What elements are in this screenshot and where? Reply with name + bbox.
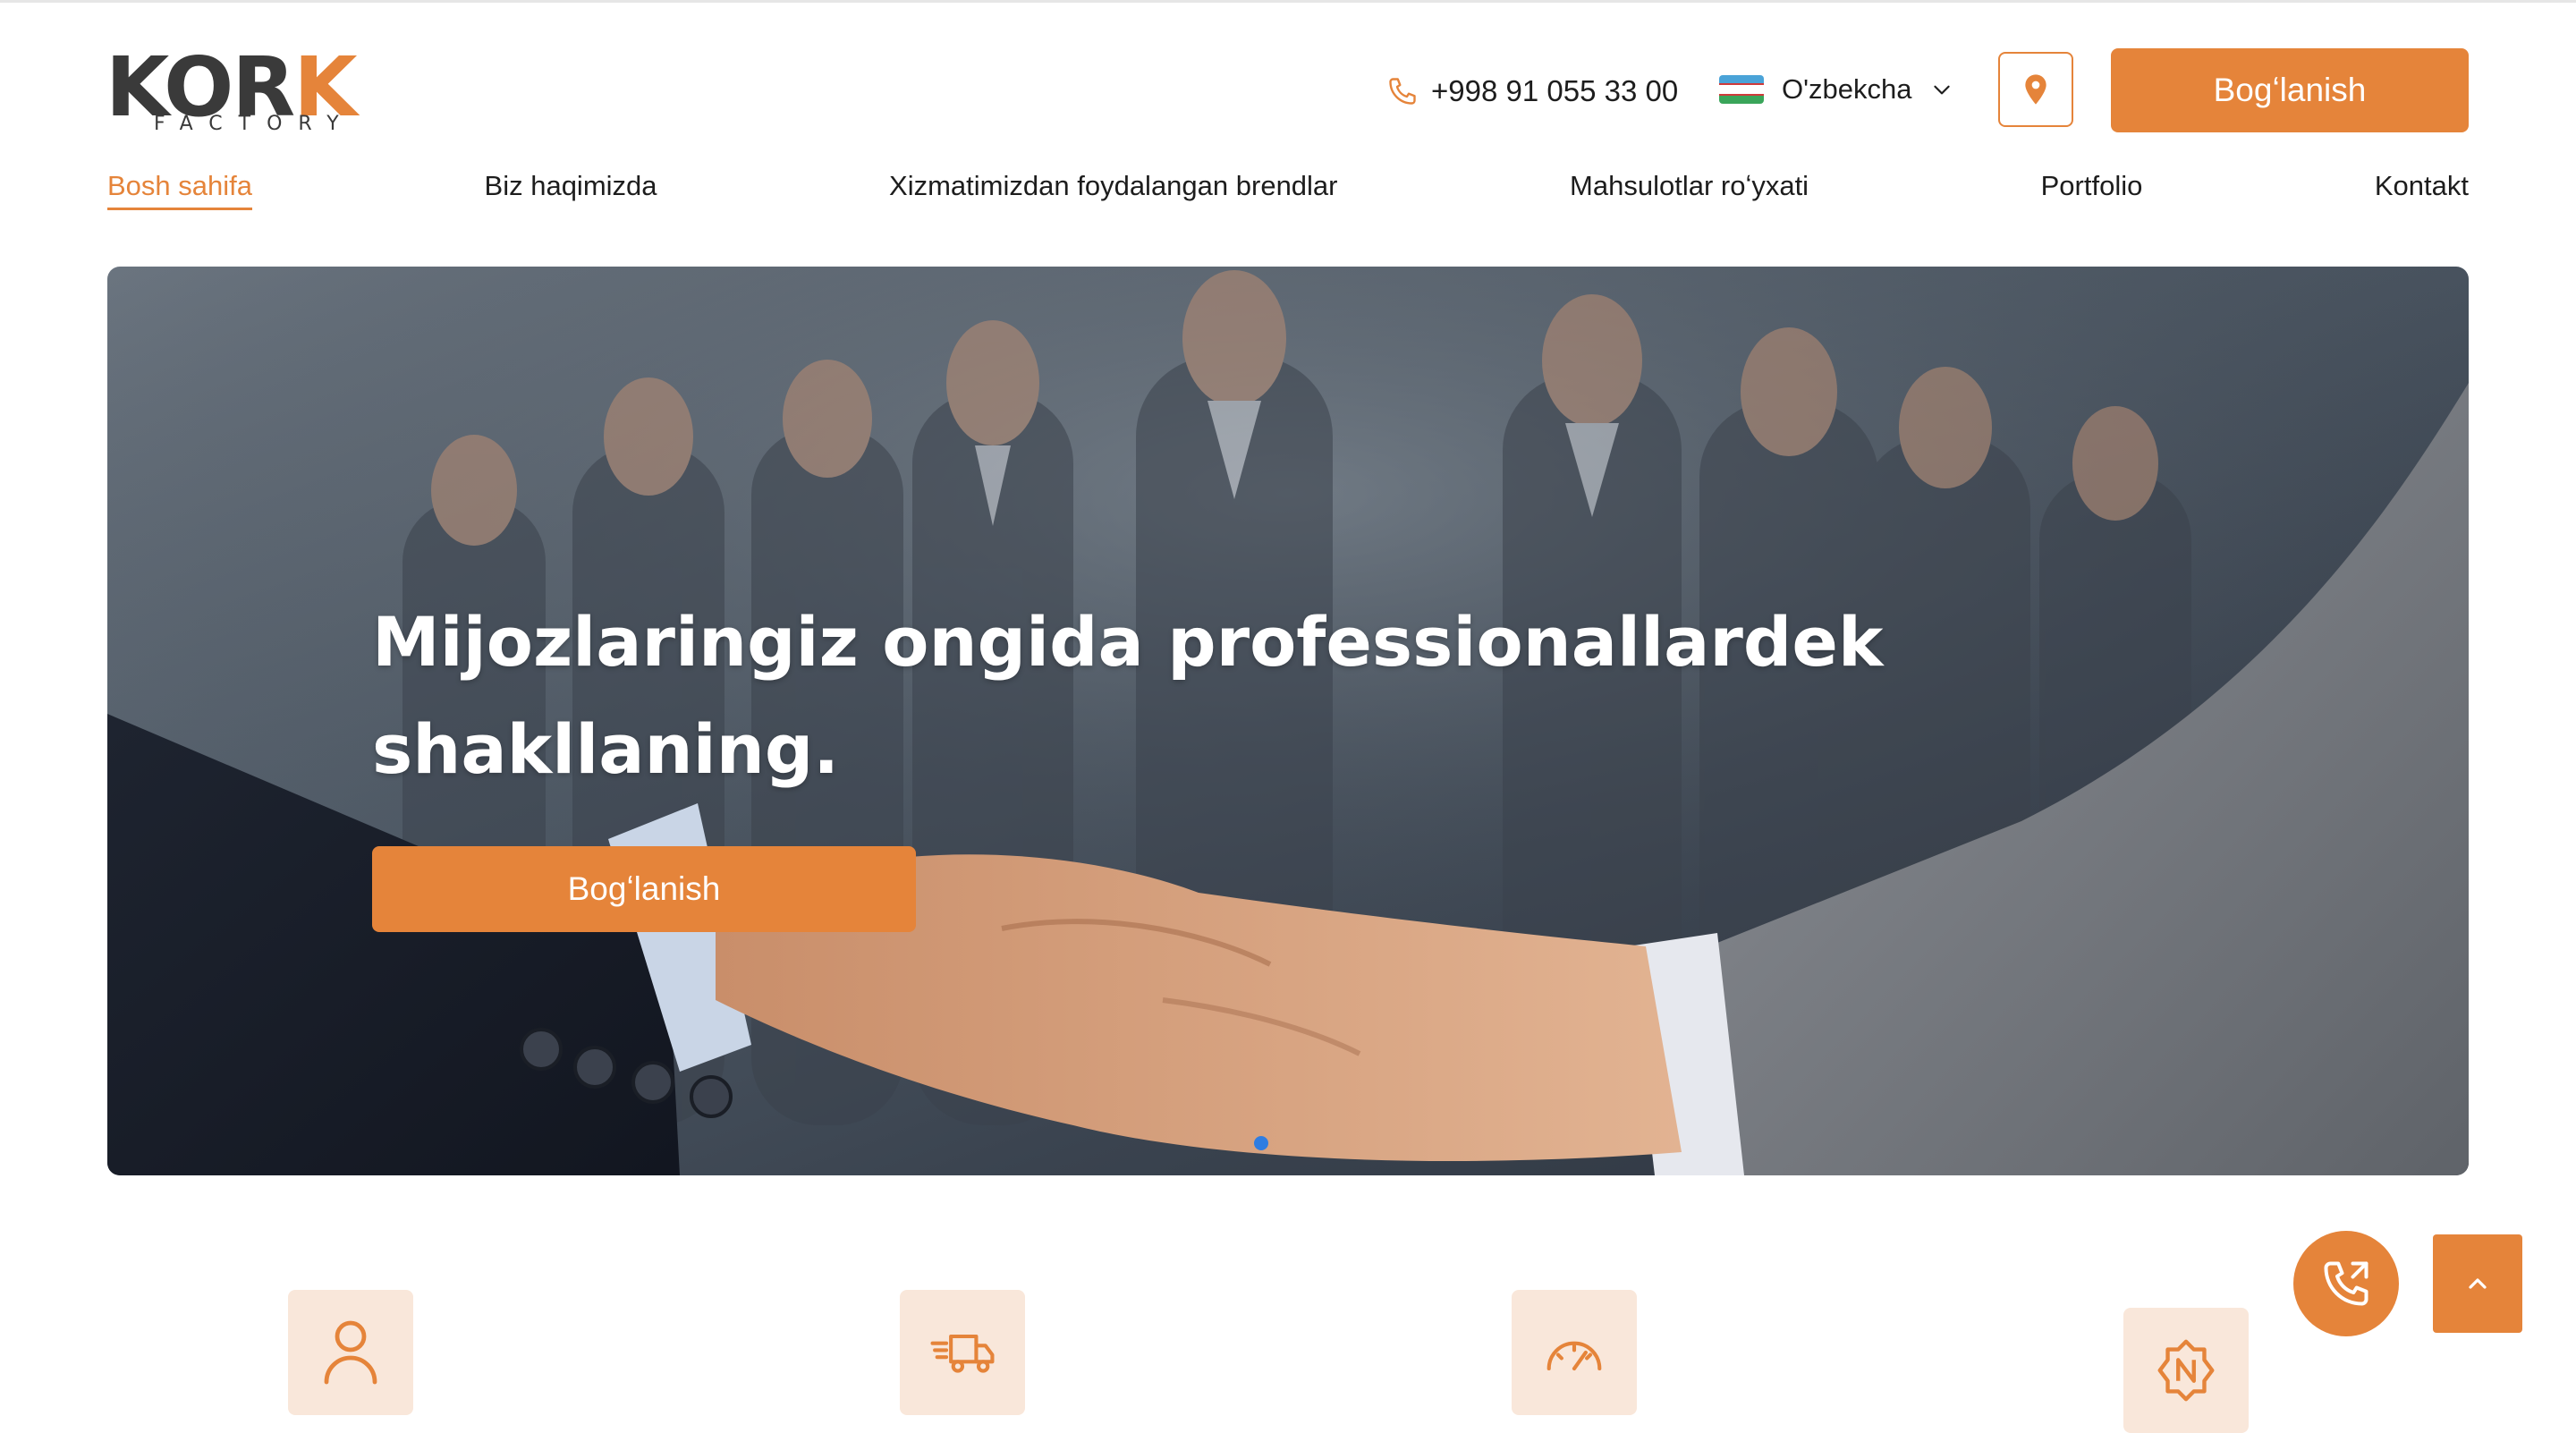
language-selector[interactable]: O'zbekcha — [1719, 68, 1953, 111]
phone-call-icon — [2324, 1261, 2368, 1306]
hero-contact-button[interactable]: Bogʻlanish — [372, 846, 916, 932]
nav-item-about[interactable]: Biz haqimizda — [485, 170, 657, 208]
header-phone[interactable]: +998 91 055 33 00 — [1386, 70, 1678, 113]
phone-number: +998 91 055 33 00 — [1431, 74, 1679, 107]
feature-card-4 — [2123, 1308, 2249, 1433]
delivery-truck-icon — [930, 1334, 995, 1373]
feature-card-1 — [288, 1290, 413, 1415]
feature-card-2 — [900, 1290, 1025, 1415]
uzbekistan-flag-icon — [1719, 75, 1764, 104]
hero-title: Mijozlaringiz ongida professionallardek s… — [372, 602, 1884, 789]
user-icon — [324, 1320, 377, 1385]
logo-subtitle: FACTORY — [154, 113, 355, 135]
speedometer-icon — [1546, 1341, 1602, 1371]
nav-item-home[interactable]: Bosh sahifa — [107, 170, 252, 210]
nav-item-products[interactable]: Mahsulotlar roʻyxati — [1570, 170, 1809, 208]
language-label: O'zbekcha — [1782, 73, 1912, 105]
feature-card-3 — [1512, 1290, 1637, 1415]
chevron-down-icon — [1933, 85, 1950, 95]
location-button[interactable] — [1998, 52, 2073, 127]
map-pin-icon — [2025, 74, 2046, 105]
phone-icon — [1389, 78, 1416, 105]
call-button[interactable] — [2293, 1231, 2399, 1336]
nav-item-portfolio[interactable]: Portfolio — [2041, 170, 2143, 208]
top-border — [0, 0, 2576, 3]
quality-badge-icon — [2157, 1339, 2215, 1402]
chevron-up-icon — [2469, 1278, 2487, 1289]
hero-banner: Mijozlaringiz ongida professionallardek s… — [107, 267, 2469, 1175]
main-nav: Bosh sahifa Biz haqimizda Xizmatimizdan … — [107, 170, 2469, 216]
contact-button[interactable]: Bogʻlanish — [2111, 48, 2469, 132]
nav-item-contact[interactable]: Kontakt — [2375, 170, 2469, 208]
scroll-to-top-button[interactable] — [2433, 1234, 2522, 1333]
slider-dot-active[interactable] — [1254, 1136, 1268, 1150]
nav-item-brands[interactable]: Xizmatimizdan foydalangan brendlar — [889, 170, 1337, 208]
logo[interactable]: KORK FACTORY — [106, 47, 428, 136]
